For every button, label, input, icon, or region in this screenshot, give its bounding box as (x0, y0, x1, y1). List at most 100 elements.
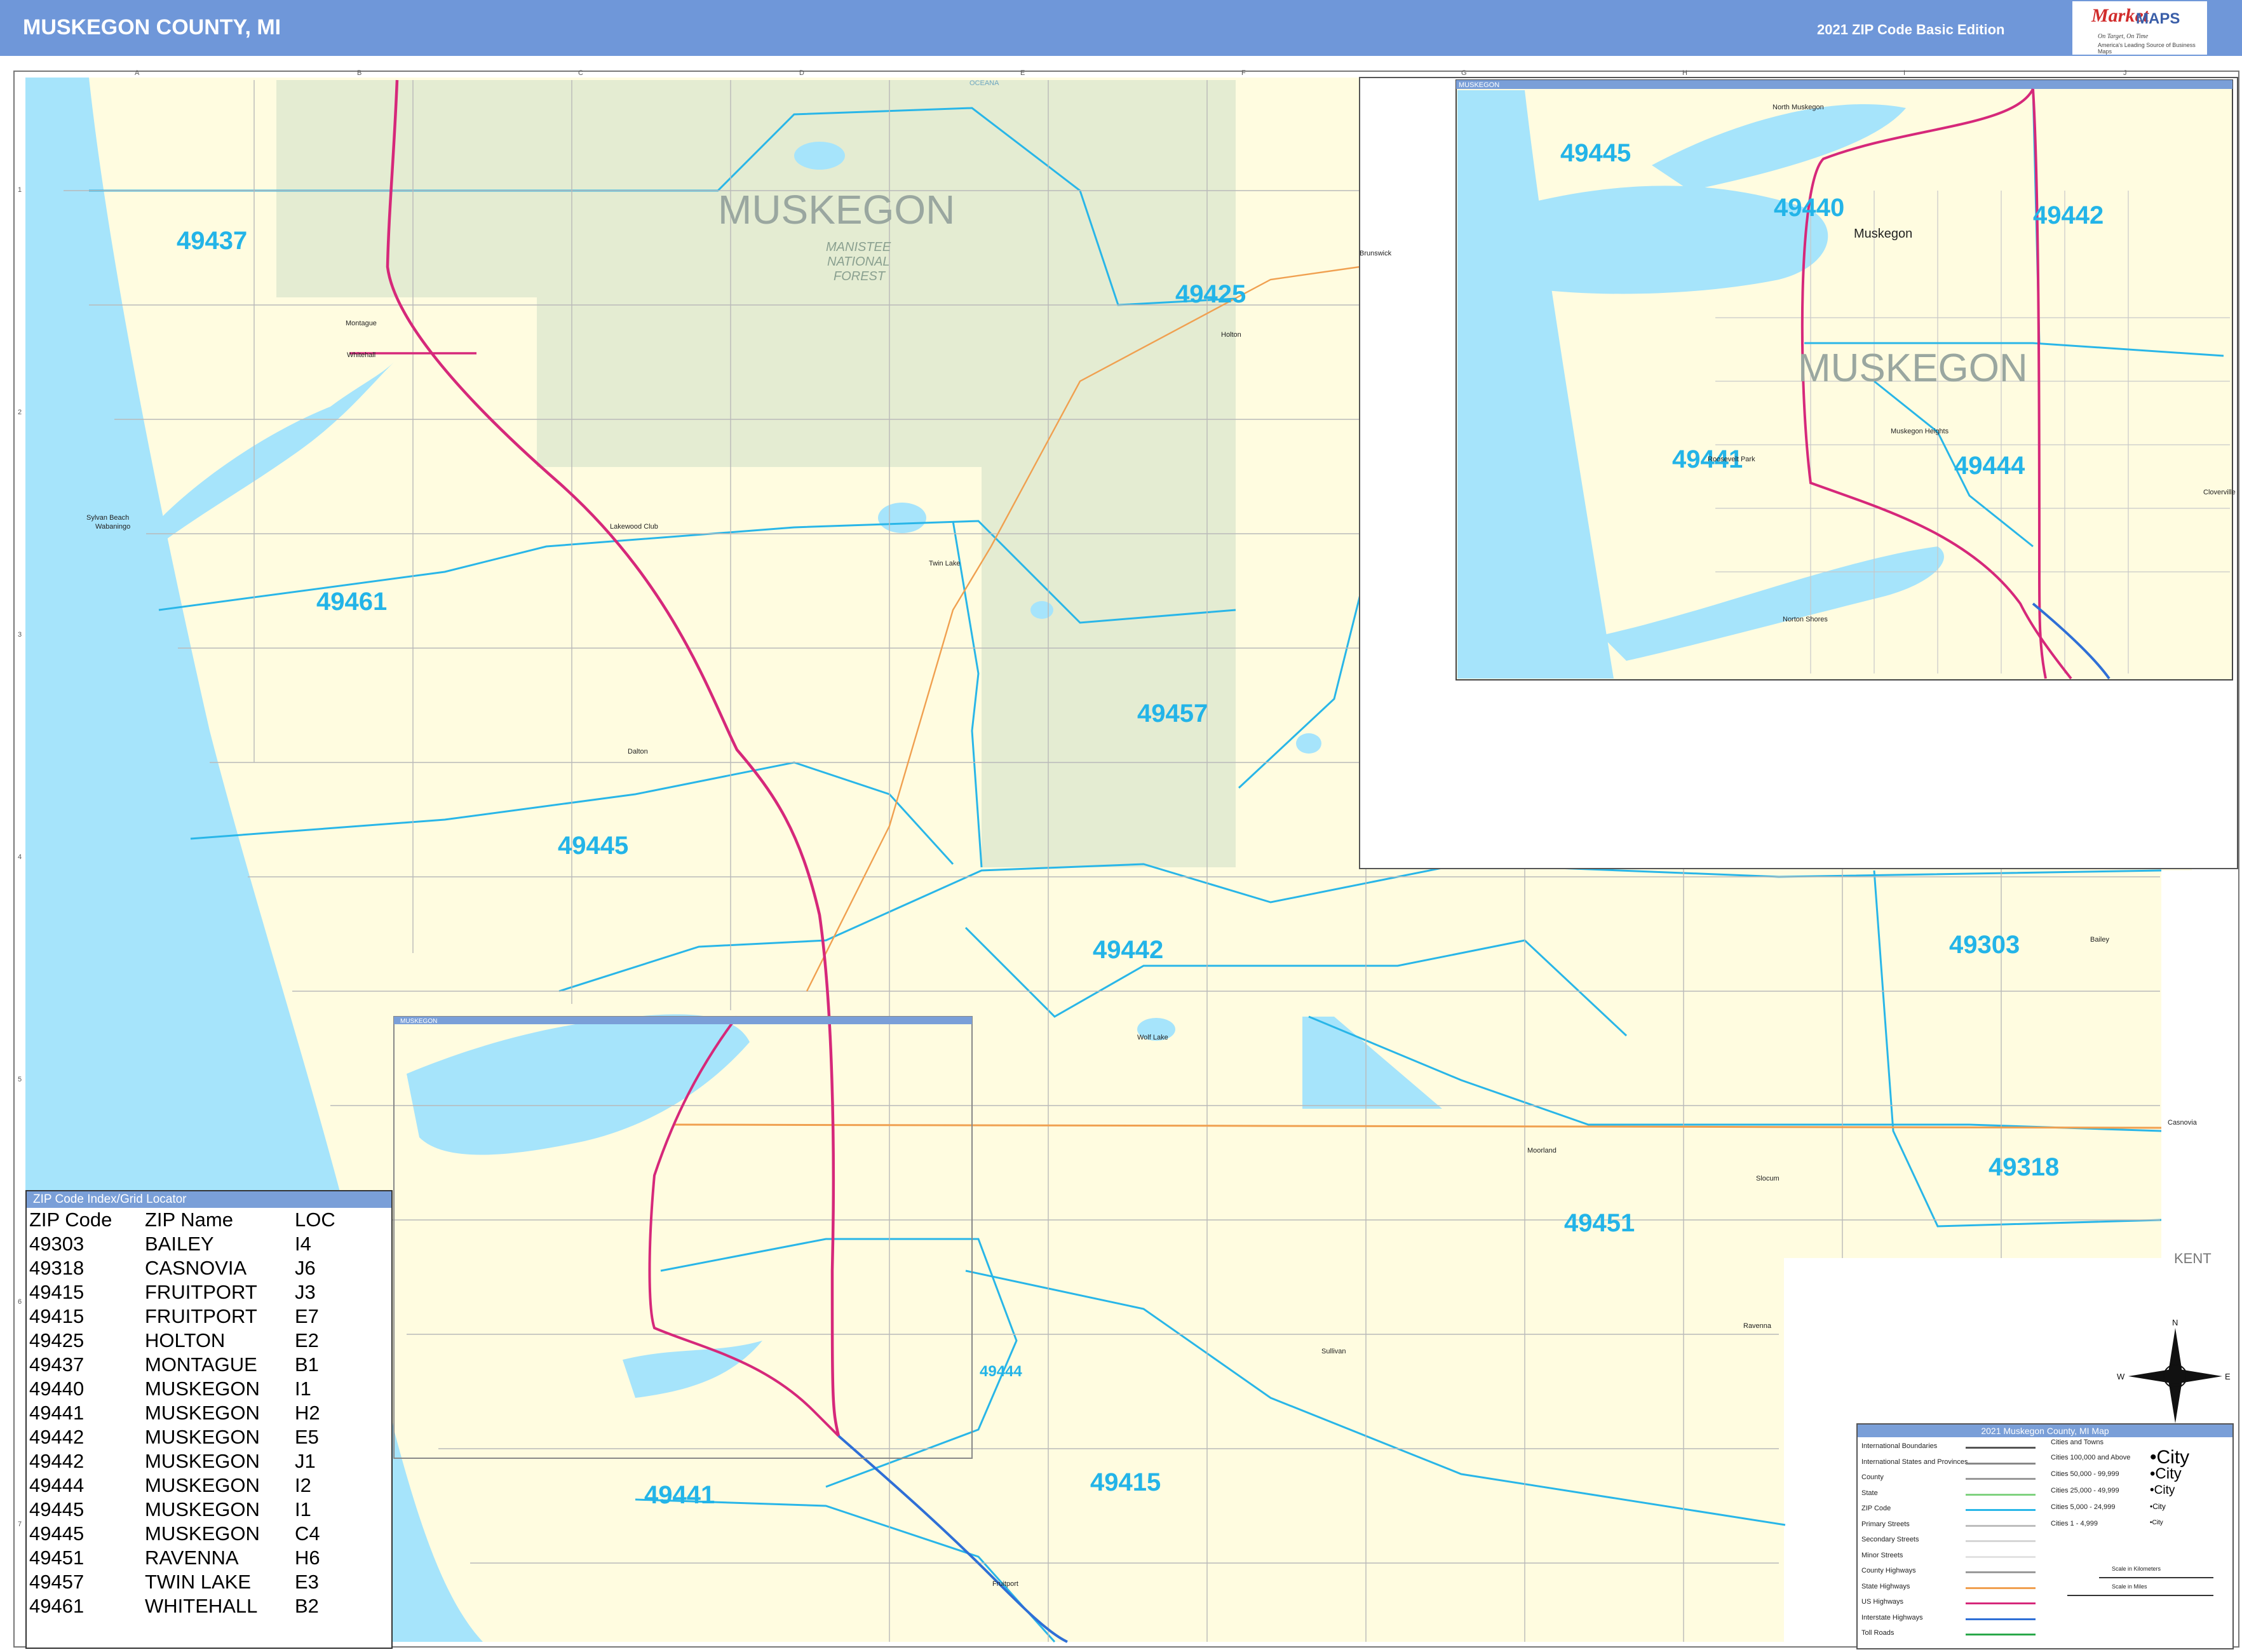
zip-index-row: 49437 MONTAGUE B1 (29, 1353, 319, 1376)
zip-label: 49303 (1949, 931, 2020, 959)
svg-text:7: 7 (18, 1520, 22, 1528)
legend-item-swatch (1966, 1571, 2036, 1573)
zip-index-row: 49425 HOLTON E2 (29, 1329, 319, 1351)
zip-code-index: ZIP Code Index/Grid Locator ZIP Code ZIP… (25, 1190, 393, 1649)
zip-index-title: ZIP Code Index/Grid Locator (27, 1191, 391, 1208)
neighbor-county-label: KENT (2174, 1250, 2212, 1266)
svg-text:6: 6 (18, 1298, 22, 1306)
zip-label: 49415 (1090, 1468, 1161, 1496)
zip-index-row: 49415 FRUITPORT E7 (29, 1305, 319, 1327)
zip-index-row: 49445 MUSKEGON I1 (29, 1498, 311, 1520)
zip-index-col-name: ZIP Name (145, 1209, 233, 1231)
compass-e: E (2225, 1372, 2231, 1381)
place-label: Wolf Lake (1137, 1034, 1168, 1041)
legend-item-label: Toll Roads (1861, 1629, 1894, 1637)
compass-w: W (2117, 1372, 2125, 1381)
place-label: Wabaningo (95, 523, 130, 531)
legend-item-label: State (1861, 1489, 1878, 1497)
legend-item-label: International Boundaries (1861, 1442, 1938, 1450)
forest-label-1: MANISTEE (826, 240, 891, 254)
legend-item-label: County (1861, 1473, 1884, 1481)
legend-item-label: Minor Streets (1861, 1551, 1903, 1559)
legend-city-class-label: Cities 5,000 - 24,999 (2051, 1503, 2116, 1511)
legend-item-label: ZIP Code (1861, 1505, 1891, 1512)
zip-label: 49451 (1564, 1209, 1635, 1237)
zip-index-row: 49461 WHITEHALL B2 (29, 1595, 319, 1617)
svg-text:3: 3 (18, 631, 22, 639)
zip-label: 49444 (980, 1363, 1022, 1380)
inset-title: MUSKEGON (1459, 81, 1499, 89)
svg-text:B: B (357, 69, 361, 77)
zip-label: 49318 (1989, 1153, 2059, 1181)
legend-title: 2021 Muskegon County, MI Map (1858, 1425, 2232, 1437)
legend-cities-header: Cities and Towns (2051, 1439, 2104, 1446)
place-label: Bailey (2090, 936, 2109, 944)
oceana-label: OCEANA (969, 79, 999, 87)
zip-index-row: 49318 CASNOVIA J6 (29, 1257, 316, 1279)
legend-item-swatch (1966, 1634, 2036, 1635)
forest-label-2: NATIONAL (827, 255, 890, 269)
zip-label: 49461 (316, 588, 387, 616)
inset-place-label: Roosevelt Park (1708, 456, 1755, 463)
zip-index-row: 49440 MUSKEGON I1 (29, 1378, 311, 1400)
legend-item-label: County Highways (1861, 1567, 1916, 1574)
legend-item-label: US Highways (1861, 1598, 1904, 1606)
place-label: Slocum (1756, 1175, 1779, 1182)
inset-zip-label: 49442 (2033, 201, 2104, 229)
zip-index-row: 49303 BAILEY I4 (29, 1233, 311, 1255)
legend-city-symbol: •City (2150, 1465, 2182, 1482)
inset-zip-label: 49440 (1774, 194, 1844, 222)
svg-text:C: C (578, 69, 583, 77)
zip-index-row: 49451 RAVENNA H6 (29, 1547, 320, 1569)
forest-label-3: FOREST (834, 269, 886, 283)
zip-index-row: 49441 MUSKEGON H2 (29, 1402, 320, 1424)
legend-item-label: Primary Streets (1861, 1520, 1910, 1528)
legend-item-label: State Highways (1861, 1582, 1910, 1590)
inset-zip-label: 49445 (1560, 139, 1631, 167)
legend-scale-km: Scale in Kilometers (2112, 1566, 2161, 1572)
legend-city-symbol: •City (2150, 1483, 2175, 1497)
legend-city-class-label: Cities 100,000 and Above (2051, 1454, 2131, 1461)
inset-place-label: Cloverville (2203, 489, 2236, 496)
inset-place-label: Muskegon Heights (1891, 428, 1949, 435)
inset-place-label: Norton Shores (1783, 616, 1828, 623)
zip-index-row: 49442 MUSKEGON E5 (29, 1426, 319, 1448)
place-label: Casnovia (2168, 1119, 2198, 1127)
place-label: Dalton (628, 748, 648, 755)
svg-text:G: G (1461, 69, 1467, 77)
legend-item-swatch (1966, 1447, 2036, 1449)
zip-index-row: 49444 MUSKEGON I2 (29, 1474, 311, 1496)
zip-label: 49445 (558, 832, 628, 860)
svg-text:D: D (799, 69, 804, 77)
zip-index-row: 49445 MUSKEGON C4 (29, 1522, 320, 1545)
svg-text:I: I (1903, 69, 1905, 77)
legend-item-label: Interstate Highways (1861, 1613, 1923, 1622)
place-label: Ravenna (1743, 1322, 1772, 1330)
legend-city-class-label: Cities 25,000 - 49,999 (2051, 1487, 2119, 1494)
svg-text:F: F (1241, 69, 1246, 77)
place-label: Fruitport (992, 1580, 1018, 1588)
legend-item-swatch (1966, 1478, 2036, 1480)
legend-item-swatch (1966, 1555, 2036, 1558)
legend-item-swatch (1966, 1587, 2036, 1589)
place-label: Sullivan (1321, 1348, 1346, 1355)
legend-item-swatch (1966, 1493, 2036, 1496)
inset-outline-label: MUSKEGON (400, 1018, 437, 1025)
svg-text:1: 1 (18, 186, 22, 194)
place-label: Whitehall (347, 351, 375, 359)
svg-text:2: 2 (18, 409, 22, 416)
zip-index-col-loc: LOC (295, 1209, 335, 1231)
svg-text:4: 4 (18, 853, 22, 861)
inset-zip-label: 49444 (1954, 452, 2025, 480)
legend-item-swatch (1966, 1524, 2036, 1527)
legend-city-class-label: Cities 50,000 - 99,999 (2051, 1470, 2119, 1478)
zip-index-row: 49457 TWIN LAKE E3 (29, 1571, 319, 1593)
inset-place-label: North Muskegon (1773, 104, 1824, 111)
inset-city-title: MUSKEGON (1798, 346, 2028, 390)
zip-label: 49425 (1175, 280, 1246, 308)
svg-text:5: 5 (18, 1076, 22, 1083)
zip-label: 49437 (177, 227, 247, 255)
place-label: Brunswick (1360, 250, 1392, 257)
place-label: Lakewood Club (610, 523, 658, 531)
place-label: Moorland (1527, 1147, 1557, 1154)
